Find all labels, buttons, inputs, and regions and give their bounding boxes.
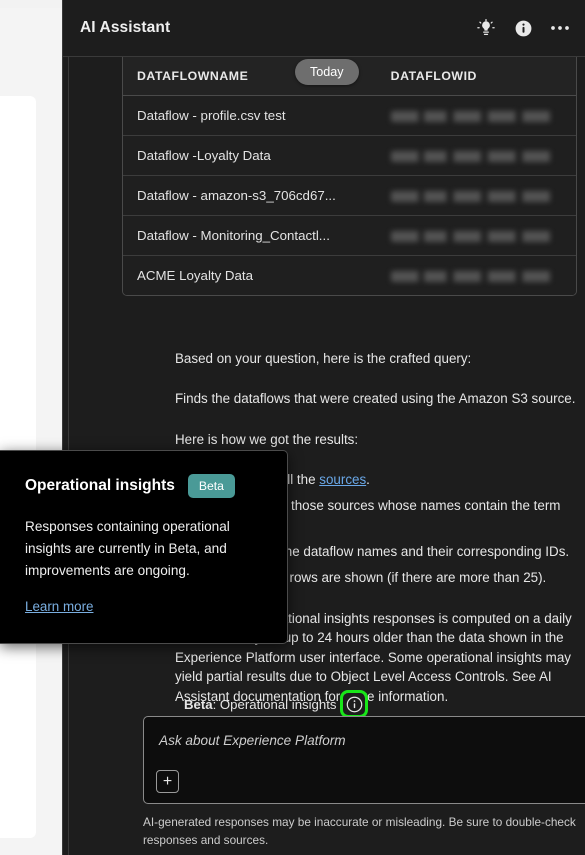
cell-dataflow-id: [376, 135, 576, 176]
status-badge: Beta: [187, 474, 235, 498]
cell-dataflow-id: [376, 215, 576, 256]
table-body: Dataflow - profile.csv test Dataflow -Lo…: [123, 95, 576, 295]
response-summary: Finds the dataflows that were created us…: [175, 391, 576, 407]
cell-dataflow-id: [376, 95, 576, 136]
beta-label: Beta: Operational insights: [184, 697, 336, 712]
cell-dataflow-name: Dataflow - Monitoring_Contactl...: [123, 215, 377, 256]
table-row[interactable]: ACME Loyalty Data: [123, 255, 576, 295]
header-actions: [475, 17, 571, 39]
screen-root: AI Assistant DATAFLOWNAME DATAFLOWID Dat…: [0, 0, 585, 855]
popover-body-text: Responses containing operational insight…: [25, 519, 230, 579]
date-badge-today: Today: [295, 59, 359, 85]
beta-operational-insights-line: Beta: Operational insights: [184, 690, 369, 718]
message-composer[interactable]: Ask about Experience Platform +: [143, 716, 585, 804]
cell-dataflow-name: Dataflow - profile.csv test: [123, 95, 377, 136]
ai-assistant-panel: AI Assistant DATAFLOWNAME DATAFLOWID Dat…: [62, 0, 585, 855]
composer-placeholder: Ask about Experience Platform: [159, 733, 346, 748]
info-icon[interactable]: [512, 17, 534, 39]
add-attachment-button[interactable]: +: [156, 770, 179, 793]
step-suffix: .: [366, 472, 370, 488]
info-circle-icon[interactable]: [340, 690, 369, 718]
panel-header: AI Assistant: [63, 0, 585, 57]
table-row[interactable]: Dataflow - amazon-s3_706cd67...: [123, 175, 576, 216]
table-row[interactable]: Dataflow - Monitoring_Contactl...: [123, 215, 576, 256]
popover-header: Operational insights Beta: [25, 474, 260, 498]
redacted-value: [390, 110, 564, 122]
cell-dataflow-name: Dataflow - amazon-s3_706cd67...: [123, 175, 377, 216]
results-table: DATAFLOWNAME DATAFLOWID Dataflow - profi…: [123, 57, 576, 295]
popover-title: Operational insights: [25, 477, 175, 494]
learn-more-link[interactable]: Learn more: [25, 599, 93, 614]
background-topbar: [0, 0, 62, 8]
cell-dataflow-name: Dataflow -Loyalty Data: [123, 135, 377, 176]
operational-insights-popover: Operational insights Beta Responses cont…: [0, 450, 288, 645]
table-row[interactable]: Dataflow -Loyalty Data: [123, 135, 576, 176]
sources-link[interactable]: sources: [319, 472, 366, 487]
response-intro: Based on your question, here is the craf…: [175, 351, 472, 366]
cell-dataflow-id: [376, 175, 576, 216]
cell-dataflow-name: ACME Loyalty Data: [123, 255, 377, 295]
more-options-icon[interactable]: [549, 17, 571, 39]
lightbulb-icon[interactable]: [475, 17, 497, 39]
cell-dataflow-id: [376, 255, 576, 295]
redacted-value: [390, 190, 564, 202]
column-header-dataflowid: DATAFLOWID: [376, 57, 576, 96]
redacted-value: [390, 150, 564, 162]
background-page: [0, 0, 62, 855]
redacted-value: [390, 270, 564, 282]
redacted-value: [390, 230, 564, 242]
steps-heading: Here is how we got the results:: [175, 431, 359, 447]
ai-disclaimer: AI-generated responses may be inaccurate…: [143, 815, 576, 847]
beta-label-rest: : Operational insights: [212, 696, 337, 712]
beta-label-bold: Beta: [184, 696, 213, 712]
results-table-container: DATAFLOWNAME DATAFLOWID Dataflow - profi…: [122, 57, 577, 296]
table-row[interactable]: Dataflow - profile.csv test: [123, 95, 576, 136]
page-title: AI Assistant: [80, 19, 171, 36]
